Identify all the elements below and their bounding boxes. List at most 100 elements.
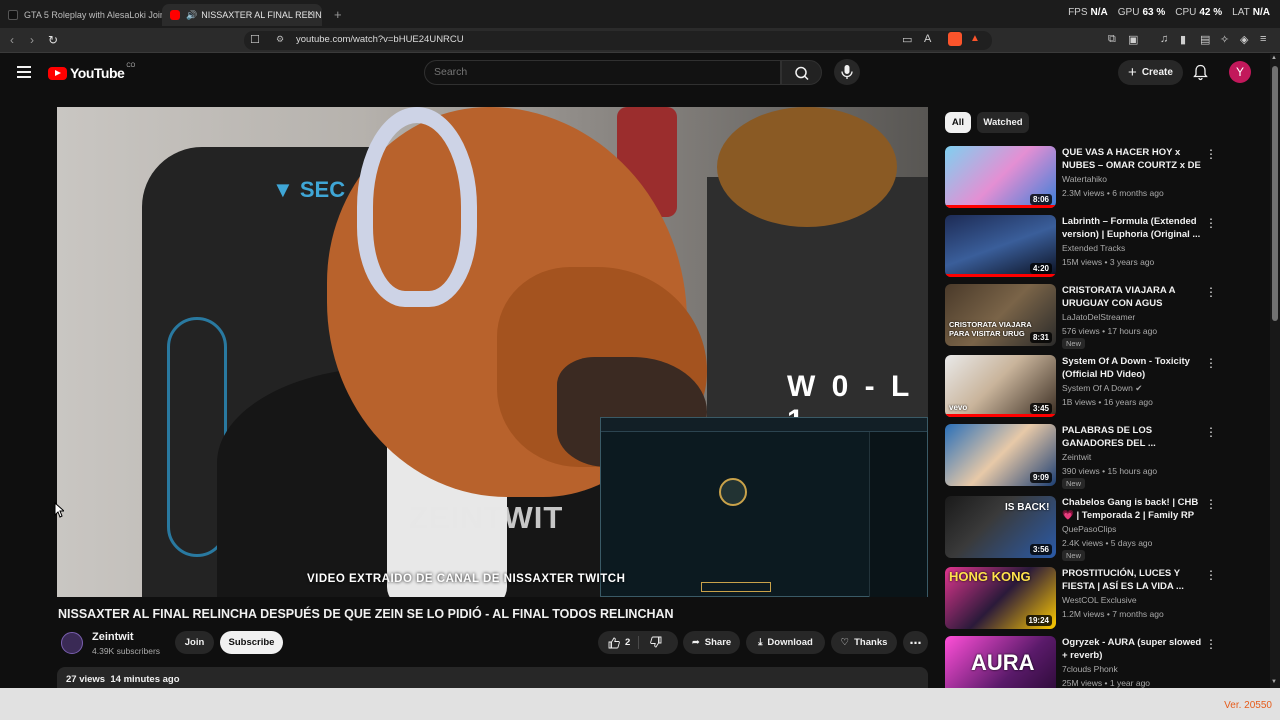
subscriber-count: 4.39K subscribers	[92, 646, 161, 656]
more-options-icon[interactable]: ⋮	[1205, 426, 1217, 438]
recommendation-item[interactable]: HONG KONG 19:24 PROSTITUCIÓN, LUCES Y FI…	[945, 567, 1265, 633]
bookmark-icon[interactable]: ☐	[250, 33, 260, 46]
rec-meta: 390 views • 15 hours ago	[1062, 466, 1158, 476]
more-options-icon[interactable]: ⋮	[1205, 286, 1217, 298]
brave-shields-icon[interactable]	[948, 32, 962, 46]
rec-title[interactable]: CRISTORATA VIAJARA A URUGUAY CON AGUS PA…	[1062, 284, 1202, 310]
leo-ai-icon[interactable]: ✧	[1220, 33, 1229, 46]
rec-channel[interactable]: Zeintwit	[1062, 452, 1091, 462]
search-button[interactable]	[781, 60, 822, 85]
duration-badge: 8:06	[1029, 194, 1052, 205]
menu-icon[interactable]: ≡	[1260, 33, 1266, 45]
reload-icon[interactable]: ↻	[48, 33, 58, 47]
wallet-icon[interactable]: ▤	[1200, 33, 1210, 46]
more-options-icon[interactable]: ⋮	[1205, 498, 1217, 510]
recommendation-item[interactable]: CRISTORATA VIAJARA PARA VISITAR URUG 8:3…	[945, 284, 1265, 350]
rec-title[interactable]: QUE VAS A HACER HOY x NUBES – OMAR COURT…	[1062, 146, 1202, 172]
voice-search-button[interactable]	[834, 59, 860, 85]
channel-avatar[interactable]	[61, 632, 83, 654]
rec-channel[interactable]: System Of A Down ✔	[1062, 383, 1142, 394]
recommendation-item[interactable]: vevo 3:45 System Of A Down - Toxicity (O…	[945, 355, 1265, 421]
video-thumbnail[interactable]: CRISTORATA VIAJARA PARA VISITAR URUG 8:3…	[945, 284, 1056, 346]
site-settings-icon[interactable]: ⚙	[276, 34, 284, 45]
back-icon[interactable]: ‹	[10, 33, 14, 47]
cast-icon[interactable]: ▭	[902, 33, 912, 46]
translate-icon[interactable]: A	[924, 33, 931, 45]
more-options-icon[interactable]: ⋮	[1205, 148, 1217, 160]
extensions-icon[interactable]: ⧉	[1108, 33, 1116, 46]
thanks-button[interactable]: ♡ Thanks	[831, 631, 897, 654]
youtube-play-icon	[48, 66, 67, 80]
video-thumbnail[interactable]: 4:20	[945, 215, 1056, 277]
verified-icon: ✔	[1135, 383, 1143, 393]
rec-title[interactable]: PROSTITUCIÓN, LUCES Y FIESTA | ASÍ ES LA…	[1062, 567, 1202, 593]
brave-rewards-icon[interactable]: ▲	[970, 33, 980, 44]
youtube-logo[interactable]: YouTube CO	[48, 63, 135, 81]
rec-channel[interactable]: 7clouds Phonk	[1062, 664, 1118, 674]
more-options-icon[interactable]: ⋮	[1205, 569, 1217, 581]
thumbs-down-icon[interactable]	[650, 636, 662, 648]
search-input[interactable]	[434, 66, 764, 78]
duration-badge: 8:31	[1029, 332, 1052, 343]
rec-title[interactable]: Labrinth – Formula (Extended version) | …	[1062, 215, 1202, 241]
join-button[interactable]: Join	[175, 631, 214, 654]
rec-title[interactable]: Ogryzek - AURA (super slowed + reverb)	[1062, 636, 1202, 662]
scrollbar-thumb[interactable]	[1272, 66, 1278, 321]
recommendation-item[interactable]: 8:06 QUE VAS A HACER HOY x NUBES – OMAR …	[945, 146, 1265, 212]
speaker-icon[interactable]: 🔊	[186, 10, 197, 21]
filter-chip-all[interactable]: All	[945, 112, 971, 133]
tab-gta-roleplay[interactable]: GTA 5 Roleplay with AlesaLoki Join	[0, 4, 162, 26]
scroll-up-arrow-icon[interactable]: ▲	[1271, 55, 1277, 61]
mouse-cursor-icon	[54, 502, 64, 518]
more-options-icon[interactable]: ⋮	[1205, 357, 1217, 369]
video-thumbnail[interactable]: 8:06	[945, 146, 1056, 208]
notifications-bell-icon[interactable]	[1193, 64, 1208, 81]
channel-name[interactable]: Zeintwit	[92, 631, 134, 643]
subscribe-button[interactable]: Subscribe	[220, 631, 283, 654]
more-options-icon[interactable]: ⋮	[1205, 217, 1217, 229]
screenshot-icon[interactable]: ▣	[1128, 33, 1138, 46]
rec-title[interactable]: PALABRAS DE LOS GANADORES DEL ...	[1062, 424, 1202, 450]
account-avatar[interactable]: Y	[1229, 61, 1251, 83]
video-player[interactable]: ▼ SEC W 0 - L 1 ZEINTWIT VIDEO EXTRAIDO …	[57, 107, 928, 597]
rec-title[interactable]: System Of A Down - Toxicity (Official HD…	[1062, 355, 1202, 381]
url-text[interactable]: youtube.com/watch?v=bHUE24UNRCU	[296, 34, 464, 45]
rec-meta: 25M views • 1 year ago	[1062, 678, 1151, 688]
more-options-icon[interactable]: ⋮	[1205, 638, 1217, 650]
sidebar-icon[interactable]: ▮	[1180, 33, 1186, 46]
rec-channel[interactable]: Watertahiko	[1062, 174, 1107, 184]
scroll-down-arrow-icon[interactable]: ▼	[1271, 679, 1277, 685]
recommendation-item[interactable]: 4:20 Labrinth – Formula (Extended versio…	[945, 215, 1265, 281]
music-icon[interactable]: ♫	[1160, 33, 1168, 45]
recommendation-item[interactable]: IS BACK! 3:56 Chabelos Gang is back! | C…	[945, 496, 1265, 562]
video-thumbnail[interactable]: AURA	[945, 636, 1056, 688]
version-label: Ver. 20550	[1224, 700, 1272, 711]
youtube-favicon-icon	[170, 10, 180, 20]
like-button[interactable]: 2	[598, 631, 678, 654]
new-tab-button[interactable]: +	[334, 7, 342, 22]
rec-channel[interactable]: LaJatoDelStreamer	[1062, 312, 1135, 322]
download-button[interactable]: ⤓ Download	[746, 631, 825, 654]
close-tab-icon[interactable]: ×	[308, 8, 314, 20]
video-thumbnail[interactable]: IS BACK! 3:56	[945, 496, 1056, 558]
thumbs-up-icon	[608, 637, 620, 648]
video-thumbnail[interactable]: 9:09	[945, 424, 1056, 486]
rec-title[interactable]: Chabelos Gang is back! | CHB 💗 | Tempora…	[1062, 496, 1202, 522]
filter-chip-watched[interactable]: Watched	[977, 112, 1029, 133]
more-actions-button[interactable]: ⋯	[903, 631, 928, 654]
thanks-heart-icon: ♡	[840, 637, 850, 648]
video-thumbnail[interactable]: vevo 3:45	[945, 355, 1056, 417]
rec-channel[interactable]: WestCOL Exclusive	[1062, 595, 1137, 605]
create-button[interactable]: + Create	[1118, 60, 1183, 85]
download-icon: ⤓	[758, 637, 763, 648]
vpn-icon[interactable]: ◈	[1240, 33, 1248, 46]
video-thumbnail[interactable]: HONG KONG 19:24	[945, 567, 1056, 629]
share-button[interactable]: ➦ Share	[683, 631, 740, 654]
recommendation-item[interactable]: 9:09 PALABRAS DE LOS GANADORES DEL ... Z…	[945, 424, 1265, 490]
rec-channel[interactable]: Extended Tracks	[1062, 243, 1125, 253]
forward-icon[interactable]: ›	[30, 33, 34, 47]
recommendation-item[interactable]: AURA Ogryzek - AURA (super slowed + reve…	[945, 636, 1265, 688]
tab-youtube-active[interactable]: 🔊 NISSAXTER AL FINAL RELINCH ×	[162, 4, 322, 26]
guide-menu-icon[interactable]	[17, 66, 31, 81]
rec-channel[interactable]: QuePasoClips	[1062, 524, 1116, 534]
